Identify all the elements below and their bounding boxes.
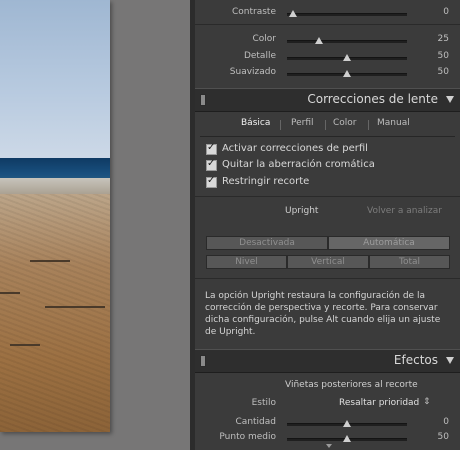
slider-label: Detalle xyxy=(243,51,276,61)
checkbox-label[interactable]: Restringir recorte xyxy=(222,176,309,187)
upright-auto-button[interactable]: Automática xyxy=(328,236,450,250)
slider-label: Cantidad xyxy=(235,417,276,427)
section-divider xyxy=(195,24,460,25)
effects-header[interactable]: Efectos xyxy=(195,349,460,373)
tab-separator xyxy=(368,120,369,130)
style-label: Estilo xyxy=(251,398,276,408)
updown-chevron-icon[interactable]: ⇕ xyxy=(423,397,431,407)
photo-sand xyxy=(0,194,110,432)
slider-thumb[interactable] xyxy=(289,10,297,17)
upright-full-button[interactable]: Total xyxy=(369,255,450,269)
slider-label: Contraste xyxy=(232,7,276,17)
tab-color[interactable]: Color xyxy=(333,118,357,128)
checkbox-label[interactable]: Quitar la aberración cromática xyxy=(222,159,375,170)
tab-manual[interactable]: Manual xyxy=(377,118,410,128)
slider-thumb[interactable] xyxy=(343,70,351,77)
checkbox-remove-ca[interactable] xyxy=(206,158,217,171)
section-divider xyxy=(195,278,460,279)
slider-thumb[interactable] xyxy=(315,37,323,44)
upright-label: Upright xyxy=(285,206,319,216)
slider-thumb[interactable] xyxy=(343,435,351,442)
section-divider xyxy=(195,196,460,197)
lens-corrections-header[interactable]: Correcciones de lente xyxy=(195,88,460,112)
slider-label: Punto medio xyxy=(219,432,276,442)
upright-vertical-button[interactable]: Vertical xyxy=(287,255,369,269)
slider-track[interactable] xyxy=(287,54,407,61)
photo-canvas[interactable] xyxy=(0,0,190,450)
slider-value[interactable]: 50 xyxy=(419,432,449,442)
upright-off-button[interactable]: Desactivada xyxy=(206,236,328,250)
slider-track[interactable] xyxy=(287,70,407,77)
beach-photo xyxy=(0,0,110,432)
slider-label: Color xyxy=(252,34,277,44)
slider-value[interactable]: 0 xyxy=(419,417,449,427)
checkbox-enable-profile[interactable] xyxy=(206,142,217,155)
slider-value[interactable]: 25 xyxy=(419,34,449,44)
tab-separator xyxy=(325,120,326,130)
panel-toggle-switch[interactable] xyxy=(200,355,206,367)
checkbox-constrain-crop[interactable] xyxy=(206,175,217,188)
lens-tabs: Básica Perfil Color Manual xyxy=(195,118,460,134)
slider-track[interactable] xyxy=(287,435,407,442)
photo-sky xyxy=(0,0,110,160)
section-title: Efectos xyxy=(393,353,438,367)
style-select[interactable]: Resaltar prioridad xyxy=(339,398,419,408)
slider-track[interactable] xyxy=(287,420,407,427)
reanalyze-button[interactable]: Volver a analizar xyxy=(367,206,442,216)
slider-value[interactable]: 50 xyxy=(419,67,449,77)
panel-toggle-switch[interactable] xyxy=(200,94,206,106)
slider-value[interactable]: 50 xyxy=(419,51,449,61)
collapse-triangle-icon[interactable] xyxy=(446,357,454,364)
post-crop-vignette-title: Viñetas posteriores al recorte xyxy=(285,380,418,390)
slider-label: Suavizado xyxy=(229,67,276,77)
tab-separator xyxy=(280,120,281,130)
upright-level-button[interactable]: Nivel xyxy=(206,255,287,269)
slider-value[interactable]: 0 xyxy=(419,7,449,17)
collapse-triangle-icon[interactable] xyxy=(446,96,454,103)
upright-description: La opción Upright restaura la configurac… xyxy=(205,291,441,337)
tab-underline xyxy=(200,136,455,137)
slider-track[interactable] xyxy=(287,10,407,17)
section-title: Correcciones de lente xyxy=(307,92,438,106)
slider-thumb[interactable] xyxy=(343,54,351,61)
slider-track[interactable] xyxy=(287,37,407,44)
checkbox-label[interactable]: Activar correcciones de perfil xyxy=(222,143,368,154)
develop-right-panel: Contraste 0 Color 25 Detalle 50 Suavizad… xyxy=(195,0,460,450)
scroll-down-icon[interactable] xyxy=(326,444,332,448)
tab-perfil[interactable]: Perfil xyxy=(291,118,314,128)
tab-basica[interactable]: Básica xyxy=(241,118,270,128)
slider-thumb[interactable] xyxy=(343,420,351,427)
